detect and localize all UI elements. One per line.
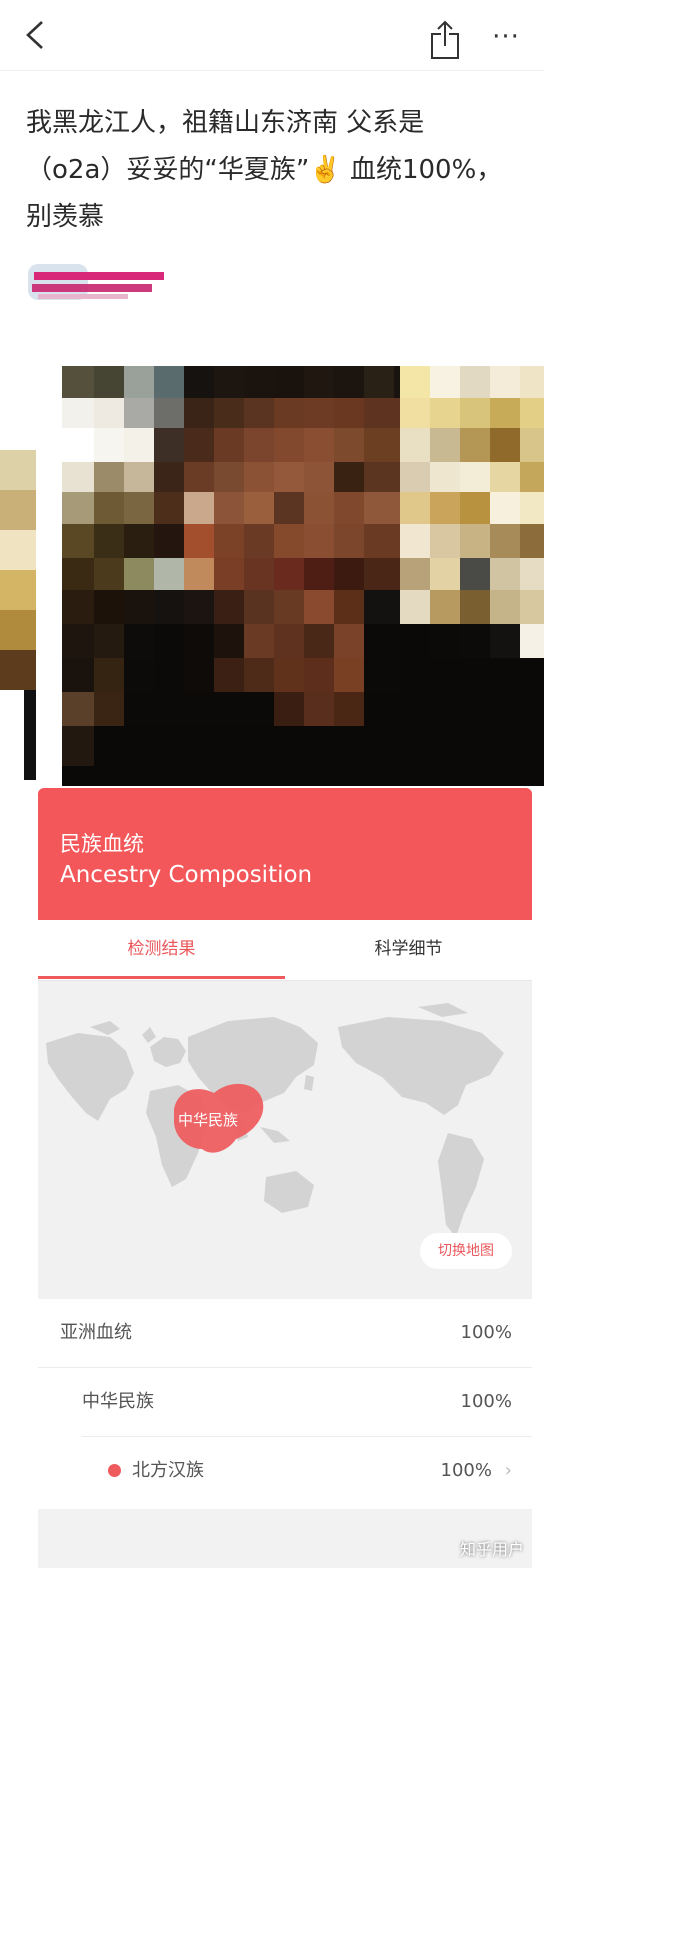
card-header: 民族血统 Ancestry Composition [38,788,532,920]
zhihu-watermark: 知乎用户 [460,1540,525,1559]
back-arrow-icon[interactable] [18,18,52,52]
tab-bar: 检测结果 科学细节 [38,920,532,981]
pixelated-photo [62,366,544,786]
top-bar: ··· [0,0,544,71]
ancestry-percent: 100% [460,1322,512,1343]
card-title-en: Ancestry Composition [60,862,313,888]
photo-edge-pixels [0,450,36,780]
ancestry-card: 民族血统 Ancestry Composition 检测结果 科学细节 中华民族… [38,788,532,1568]
post-text: 我黑龙江人，祖籍山东济南 父系是 （o2a）妥妥的“华夏族”✌️ 血统100%，… [26,100,526,241]
ancestry-percent: 100% [460,1391,512,1412]
card-title-cn: 民族血统 [60,832,144,856]
chevron-right-icon: › [504,1460,512,1481]
ancestry-row-northern-han[interactable]: 北方汉族 100% › [38,1437,532,1505]
post-line-2b: 血统100%， [341,155,503,185]
ancestry-label: 亚洲血统 [60,1322,132,1343]
map-region-label: 中华民族 [178,1111,239,1129]
ancestry-label: 中华民族 [82,1391,154,1412]
post-line-3: 别羡慕 [26,202,105,232]
ancestry-label: 北方汉族 [132,1460,204,1481]
more-icon[interactable]: ··· [488,22,524,56]
blurred-username [28,264,164,300]
switch-map-button[interactable]: 切换地图 [420,1233,512,1269]
victory-hand-emoji: ✌️ [309,155,342,185]
ancestry-percent: 100% [440,1460,492,1481]
post-line-2a: （o2a）妥妥的“华夏族” [26,155,310,185]
world-map[interactable]: 中华民族 切换地图 [38,981,532,1299]
share-icon[interactable] [428,20,462,60]
ancestry-row-chinese[interactable]: 中华民族 100% [38,1368,532,1436]
ancestry-row-asia[interactable]: 亚洲血统 100% [38,1299,532,1367]
active-tab-indicator [38,976,285,979]
tab-science-details[interactable]: 科学细节 [285,920,532,980]
tab-results[interactable]: 检测结果 [38,920,285,980]
post-line-1: 我黑龙江人，祖籍山东济南 父系是 [26,108,425,138]
ancestry-list: 亚洲血统 100% 中华民族 100% 北方汉族 100% › [38,1299,532,1509]
red-dot-icon [108,1464,121,1477]
